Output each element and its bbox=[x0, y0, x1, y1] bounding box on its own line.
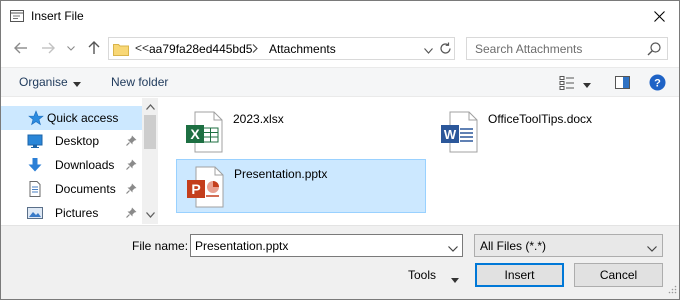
svg-text:P: P bbox=[191, 181, 200, 197]
search-placeholder: Search Attachments bbox=[475, 42, 583, 56]
pin-icon[interactable] bbox=[126, 159, 137, 173]
svg-text:X: X bbox=[190, 126, 200, 142]
word-icon: W bbox=[438, 111, 478, 153]
view-caret-down-icon[interactable] bbox=[583, 77, 591, 91]
refresh-icon[interactable] bbox=[439, 42, 452, 58]
help-icon[interactable]: ? bbox=[649, 74, 666, 94]
sidebar-item-pictures[interactable]: Pictures bbox=[1, 201, 142, 225]
scroll-down-button[interactable] bbox=[142, 208, 158, 222]
scroll-up-button[interactable] bbox=[142, 100, 158, 114]
sidebar-item-label: Desktop bbox=[55, 134, 100, 148]
resize-grip-icon[interactable] bbox=[668, 283, 677, 297]
command-bar: Organise New folder ? bbox=[1, 67, 679, 97]
back-button[interactable] bbox=[13, 40, 29, 56]
sidebar-item-label: Downloads bbox=[55, 158, 115, 172]
organise-button[interactable]: Organise bbox=[19, 75, 68, 89]
cancel-button[interactable]: Cancel bbox=[574, 263, 663, 287]
search-input[interactable]: Search Attachments bbox=[466, 37, 668, 60]
tools-label: Tools bbox=[408, 268, 437, 282]
file-item-powerpoint[interactable]: P Presentation.pptx bbox=[176, 159, 426, 213]
caret-down-icon bbox=[451, 272, 459, 286]
navigation-row: << aa79fa28ed445bd5 Attachments Search A… bbox=[1, 32, 679, 66]
pictures-icon bbox=[27, 205, 43, 221]
address-segment-current[interactable]: Attachments bbox=[269, 42, 336, 56]
file-name: 2023.xlsx bbox=[233, 112, 284, 126]
back-arrow-icon bbox=[14, 42, 27, 54]
search-icon[interactable] bbox=[647, 42, 661, 59]
pin-icon[interactable] bbox=[126, 135, 137, 149]
chevron-up-icon bbox=[145, 104, 155, 110]
file-item-word[interactable]: W OfficeToolTips.docx bbox=[431, 105, 680, 159]
folder-icon bbox=[113, 42, 129, 59]
sidebar-item-documents[interactable]: Documents bbox=[1, 177, 142, 201]
title-bar: Insert File bbox=[1, 1, 679, 32]
caret-down-icon[interactable] bbox=[73, 76, 81, 90]
desktop-icon bbox=[27, 133, 43, 149]
chevron-down-icon bbox=[145, 212, 155, 218]
dialog-footer: File name: Presentation.pptx All Files (… bbox=[1, 225, 679, 299]
recent-locations-button[interactable] bbox=[65, 40, 77, 56]
address-dropdown-icon[interactable] bbox=[424, 43, 433, 57]
tools-button[interactable]: Tools bbox=[399, 263, 465, 287]
file-name: Presentation.pptx bbox=[234, 167, 328, 181]
sidebar-item-desktop[interactable]: Desktop bbox=[1, 129, 142, 153]
address-segment-parent[interactable]: aa79fa28ed445bd5 bbox=[149, 42, 252, 56]
address-overflow[interactable]: << bbox=[135, 41, 149, 55]
file-name-label: File name: bbox=[132, 239, 189, 253]
file-type-value: All Files (*.*) bbox=[480, 239, 547, 253]
sidebar-item-quick-access[interactable]: Quick access bbox=[1, 106, 142, 130]
file-list: X 2023.xlsx W OfficeToolTips.docx P Pres… bbox=[159, 98, 679, 224]
view-options-icon[interactable] bbox=[559, 75, 575, 94]
documents-icon bbox=[27, 181, 43, 197]
insert-file-dialog: Insert File << aa79fa28ed445bd5 Attachme… bbox=[0, 0, 680, 300]
sidebar-item-label: Pictures bbox=[55, 206, 99, 220]
chevron-down-icon bbox=[647, 241, 657, 255]
address-bar[interactable]: << aa79fa28ed445bd5 Attachments bbox=[108, 37, 455, 60]
pin-icon[interactable] bbox=[126, 207, 137, 221]
star-icon bbox=[28, 110, 44, 126]
window-icon bbox=[10, 10, 24, 22]
file-name: OfficeToolTips.docx bbox=[488, 112, 593, 126]
sidebar-item-downloads[interactable]: Downloads bbox=[1, 153, 142, 177]
nav-pane-scrollbar[interactable] bbox=[142, 98, 158, 224]
close-icon bbox=[653, 11, 665, 22]
window-title: Insert File bbox=[31, 9, 84, 23]
svg-text:W: W bbox=[444, 127, 457, 142]
file-name-input[interactable]: Presentation.pptx bbox=[190, 234, 463, 257]
pin-icon[interactable] bbox=[126, 183, 137, 197]
file-name-value[interactable]: Presentation.pptx bbox=[195, 239, 288, 253]
excel-icon: X bbox=[183, 111, 223, 153]
address-chevron-icon[interactable] bbox=[252, 41, 258, 56]
preview-pane-icon[interactable] bbox=[615, 75, 630, 93]
chevron-down-icon bbox=[67, 45, 75, 51]
forward-button[interactable] bbox=[40, 40, 56, 56]
insert-button[interactable]: Insert bbox=[475, 263, 564, 287]
forward-arrow-icon bbox=[42, 42, 55, 54]
close-button[interactable] bbox=[639, 1, 679, 32]
navigation-pane: Quick access Desktop Downloads Documents… bbox=[1, 98, 158, 224]
sidebar-item-label: Documents bbox=[55, 182, 116, 196]
file-type-select[interactable]: All Files (*.*) bbox=[474, 234, 663, 257]
up-button[interactable] bbox=[86, 40, 102, 56]
download-icon bbox=[27, 157, 43, 173]
powerpoint-icon: P bbox=[184, 166, 224, 208]
svg-text:?: ? bbox=[654, 78, 661, 90]
file-item-excel[interactable]: X 2023.xlsx bbox=[176, 105, 426, 159]
new-folder-button[interactable]: New folder bbox=[111, 75, 168, 89]
up-arrow-icon bbox=[88, 41, 100, 54]
chevron-down-icon[interactable] bbox=[448, 241, 458, 255]
scroll-thumb[interactable] bbox=[144, 115, 156, 149]
sidebar-item-label: Quick access bbox=[47, 111, 119, 125]
